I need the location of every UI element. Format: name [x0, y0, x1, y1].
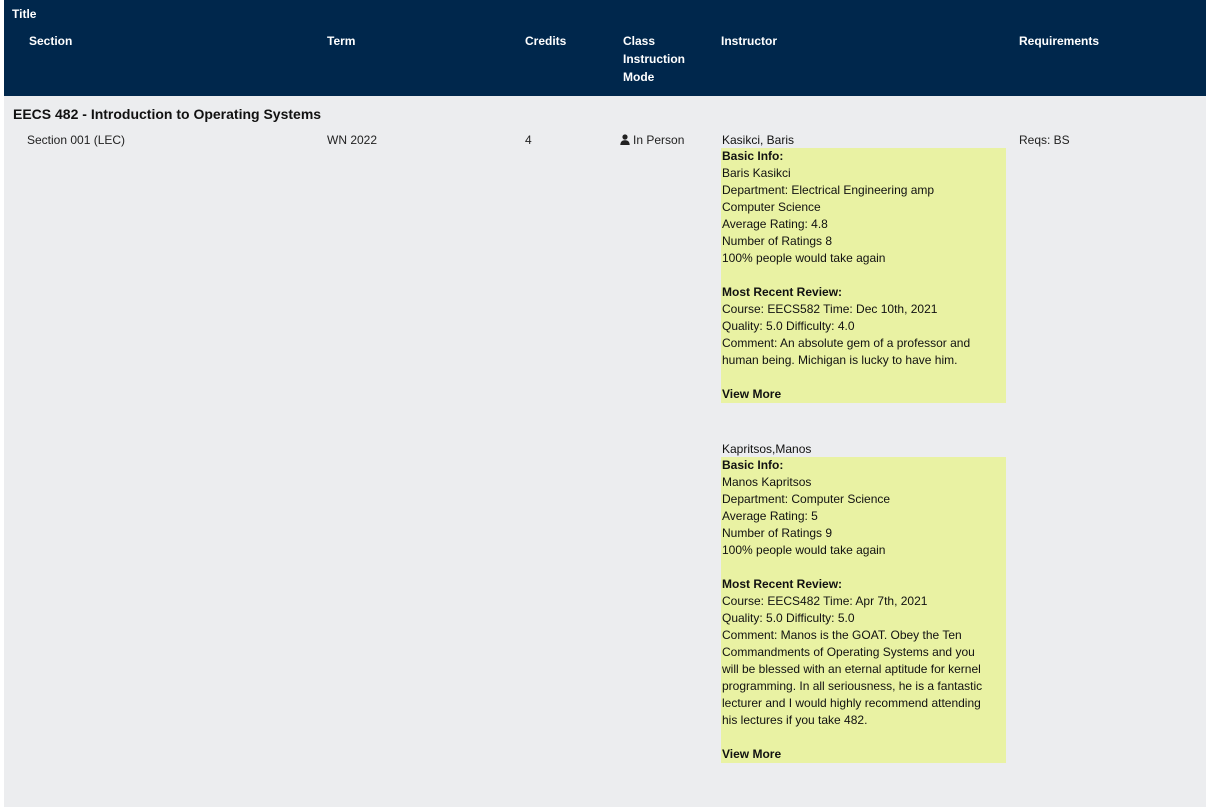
- instruction-mode-label: In Person: [633, 133, 685, 147]
- basic-info-label: Basic Info:: [722, 149, 784, 163]
- header-requirements[interactable]: Requirements: [1019, 32, 1099, 50]
- header-title[interactable]: Title: [12, 5, 36, 23]
- take-again: 100% people would take again: [722, 543, 886, 557]
- view-more-link[interactable]: View More: [722, 746, 1006, 763]
- header-credits[interactable]: Credits: [525, 32, 566, 50]
- number-of-ratings: Number of Ratings 8: [722, 234, 833, 248]
- instructor-name: Kapritsos,Manos: [722, 442, 812, 456]
- review-comment-line: Comment: An absolute gem of a professor …: [722, 336, 971, 350]
- header-instruction-mode[interactable]: Class Instruction Mode: [623, 32, 685, 86]
- instructor-info-card: Basic Info: Baris Kasikci Department: El…: [721, 148, 1006, 403]
- number-of-ratings: Number of Ratings 9: [722, 526, 833, 540]
- review-comment-line: lecturer and I would highly recommend at…: [722, 696, 981, 710]
- results-table: Title Section Term Credits Class Instruc…: [4, 0, 1206, 807]
- header-term[interactable]: Term: [327, 32, 355, 50]
- basic-info-label: Basic Info:: [722, 458, 784, 472]
- review-course-time: Course: EECS582 Time: Dec 10th, 2021: [722, 302, 938, 316]
- review-quality: Quality: 5.0 Difficulty: 4.0: [722, 319, 855, 333]
- section-cell: Section 001 (LEC): [27, 133, 126, 147]
- header-mode-line: Class: [623, 34, 656, 48]
- department-line: Department: Electrical Engineering amp: [722, 183, 935, 197]
- header-instructor[interactable]: Instructor: [721, 32, 777, 50]
- instructor-full-name: Baris Kasikci: [722, 166, 791, 180]
- review-course-time: Course: EECS482 Time: Apr 7th, 2021: [722, 594, 928, 608]
- review-quality: Quality: 5.0 Difficulty: 5.0: [722, 611, 855, 625]
- review-comment-line: Comment: Manos is the GOAT. Obey the Ten: [722, 628, 962, 642]
- view-more-link[interactable]: View More: [722, 386, 1006, 403]
- review-comment-line: will be blessed with an eternal aptitude…: [722, 662, 981, 676]
- review-comment-line: human being. Michigan is lucky to have h…: [722, 353, 958, 367]
- instructor-info-card: Basic Info: Manos Kapritsos Department: …: [721, 457, 1006, 763]
- department-line: Department: Computer Science: [722, 492, 891, 506]
- instructor-full-name: Manos Kapritsos: [722, 475, 812, 489]
- term-cell: WN 2022: [327, 133, 378, 147]
- department-line: Computer Science: [722, 200, 821, 214]
- recent-review-label: Most Recent Review:: [722, 577, 843, 591]
- review-comment-line: his lectures if you take 482.: [722, 713, 868, 727]
- average-rating: Average Rating: 5: [722, 509, 818, 523]
- recent-review-label: Most Recent Review:: [722, 285, 843, 299]
- header-mode-line: Instruction: [623, 52, 685, 66]
- course-title: EECS 482 - Introduction to Operating Sys…: [13, 106, 322, 122]
- instruction-mode-cell: In Person: [620, 133, 684, 147]
- credits-cell: 4: [525, 133, 532, 147]
- header-section[interactable]: Section: [29, 32, 72, 50]
- review-comment-line: programming. In all seriousness, he is a…: [722, 679, 983, 693]
- header-mode-line: Mode: [623, 70, 655, 84]
- person-icon: [620, 134, 630, 145]
- take-again: 100% people would take again: [722, 251, 886, 265]
- requirements-cell: Reqs: BS: [1019, 133, 1070, 147]
- instructor-name: Kasikci, Baris: [722, 133, 795, 147]
- review-comment-line: Commandments of Operating Systems and yo…: [722, 645, 975, 659]
- average-rating: Average Rating: 4.8: [722, 217, 828, 231]
- table-header: Title Section Term Credits Class Instruc…: [4, 0, 1206, 96]
